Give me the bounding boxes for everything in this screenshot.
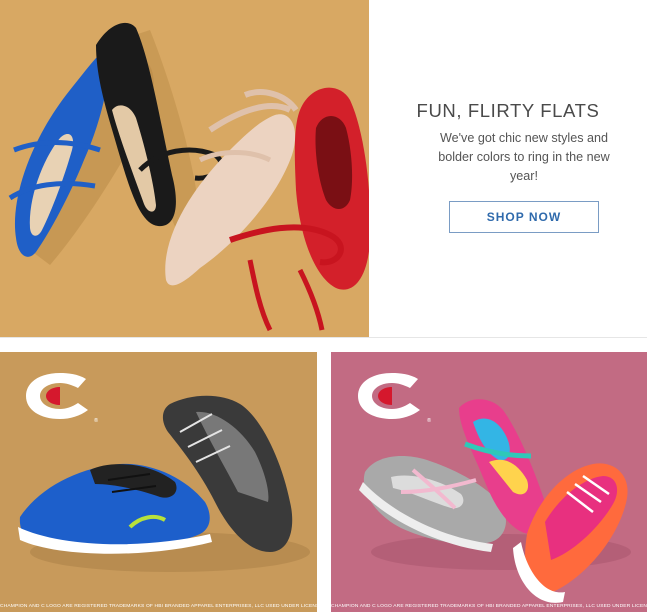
hero-title: FUN, FLIRTY FLATS (416, 100, 600, 121)
legal-disclaimer: CHAMPION AND C LOGO ARE REGISTERED TRADE… (331, 604, 647, 609)
trademark-symbol: ® (427, 418, 432, 424)
champion-sneakers-promo-left[interactable]: ® CHAMPION AND C LOGO ARE REGISTERED TRA… (0, 352, 317, 612)
hero-subtitle: We've got chic new styles and bolder col… (438, 131, 610, 183)
trademark-symbol: ® (94, 418, 99, 424)
hero-flats-image[interactable] (0, 0, 369, 337)
section-divider (0, 337, 647, 338)
champion-sneakers-promo-right[interactable]: ® CHAMPION AND C LOGO ARE REGISTERED TRA… (331, 352, 647, 612)
legal-disclaimer: CHAMPION AND C LOGO ARE REGISTERED TRADE… (0, 604, 317, 609)
hero-banner[interactable]: FUN, FLIRTY FLATS We've got chic new sty… (0, 0, 647, 337)
hero-copy: FUN, FLIRTY FLATS We've got chic new sty… (369, 0, 647, 337)
shop-now-button[interactable]: SHOP NOW (449, 201, 599, 233)
